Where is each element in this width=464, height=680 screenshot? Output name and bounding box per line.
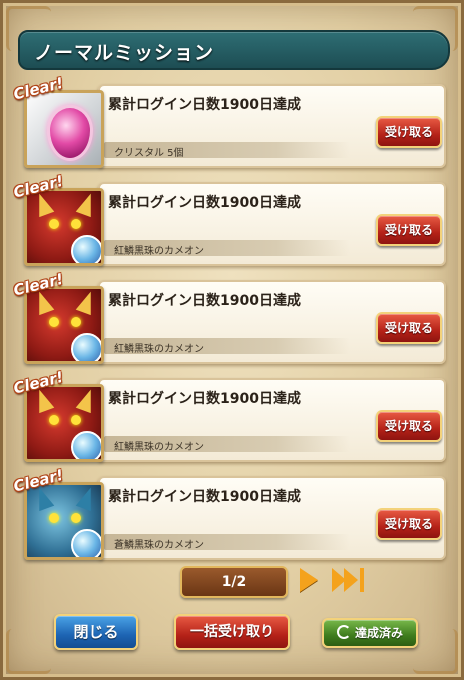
mission-item: 累計ログイン日数1900日達成 紅鱗黒珠のカメオン 受け取る Clear! — [12, 368, 446, 462]
mission-item: 累計ログイン日数1900日達成 クリスタル 5個 受け取る Clear! — [12, 74, 446, 168]
completed-label: 達成済み — [354, 626, 403, 640]
arrow-bar — [360, 568, 364, 592]
horn-icon — [75, 387, 99, 414]
panel-title: ノーマルミッション — [34, 42, 215, 64]
reward-name: 蒼鱗黒珠のカメオン — [114, 540, 204, 551]
reward-name: 紅鱗黒珠のカメオン — [114, 246, 204, 257]
page-indicator: 1/2 — [180, 566, 288, 598]
reward-name: 紅鱗黒珠のカメオン — [114, 442, 204, 453]
gem-icon — [47, 105, 93, 161]
mission-title: 累計ログイン日数1900日達成 — [108, 293, 301, 309]
horn-icon — [75, 191, 99, 218]
receive-button[interactable]: 受け取る — [376, 214, 442, 246]
eye-icon — [49, 513, 59, 523]
red-monster-icon — [24, 384, 104, 462]
mission-title: 累計ログイン日数1900日達成 — [108, 489, 301, 505]
eye-icon — [71, 219, 81, 229]
mission-item: 累計ログイン日数1900日達成 蒼鱗黒珠のカメオン 受け取る Clear! — [12, 466, 446, 560]
eye-icon — [71, 513, 81, 523]
mission-card: 累計ログイン日数1900日達成 紅鱗黒珠のカメオン 受け取る — [98, 378, 446, 462]
eye-icon — [49, 219, 59, 229]
reward-name: クリスタル 5個 — [114, 148, 184, 159]
mission-item: 累計ログイン日数1900日達成 紅鱗黒珠のカメオン 受け取る Clear! — [12, 270, 446, 364]
receive-button[interactable]: 受け取る — [376, 508, 442, 540]
last-page-icon[interactable] — [330, 566, 366, 594]
eye-icon — [49, 415, 59, 425]
mission-item: 累計ログイン日数1900日達成 紅鱗黒珠のカメオン 受け取る Clear! — [12, 172, 446, 266]
mission-title: 累計ログイン日数1900日達成 — [108, 97, 301, 113]
completed-filter-button[interactable]: 達成済み — [322, 618, 418, 648]
orb-icon — [71, 235, 101, 263]
close-button[interactable]: 閉じる — [54, 614, 138, 650]
eye-icon — [71, 317, 81, 327]
horn-icon — [75, 289, 99, 316]
receive-button[interactable]: 受け取る — [376, 312, 442, 344]
arrow-part — [344, 568, 358, 592]
orb-icon — [71, 529, 101, 557]
crystal-icon — [24, 90, 104, 168]
ornament-corner — [6, 629, 51, 674]
panel-header: ノーマルミッション — [18, 30, 450, 70]
red-monster-icon — [24, 188, 104, 266]
orb-icon — [71, 333, 101, 361]
blue-monster-icon — [24, 482, 104, 560]
receive-button[interactable]: 受け取る — [376, 410, 442, 442]
red-monster-icon — [24, 286, 104, 364]
orb-icon — [71, 431, 101, 459]
mission-card: 累計ログイン日数1900日達成 紅鱗黒珠のカメオン 受け取る — [98, 280, 446, 364]
eye-icon — [49, 317, 59, 327]
mission-panel: ノーマルミッション 累計ログイン日数1900日達成 クリスタル 5個 受け取る … — [0, 0, 464, 680]
mission-card: 累計ログイン日数1900日達成 紅鱗黒珠のカメオン 受け取る — [98, 182, 446, 266]
mission-title: 累計ログイン日数1900日達成 — [108, 195, 301, 211]
reward-name: 紅鱗黒珠のカメオン — [114, 344, 204, 355]
mission-card: 累計ログイン日数1900日達成 クリスタル 5個 受け取る — [98, 84, 446, 168]
refresh-icon — [336, 625, 351, 639]
receive-button[interactable]: 受け取る — [376, 116, 442, 148]
ornament-corner — [413, 629, 458, 674]
mission-title: 累計ログイン日数1900日達成 — [108, 391, 301, 407]
horn-icon — [75, 485, 99, 512]
bulk-receive-button[interactable]: 一括受け取り — [174, 614, 290, 650]
eye-icon — [71, 415, 81, 425]
next-page-icon[interactable] — [300, 568, 318, 592]
mission-card: 累計ログイン日数1900日達成 蒼鱗黒珠のカメオン 受け取る — [98, 476, 446, 560]
